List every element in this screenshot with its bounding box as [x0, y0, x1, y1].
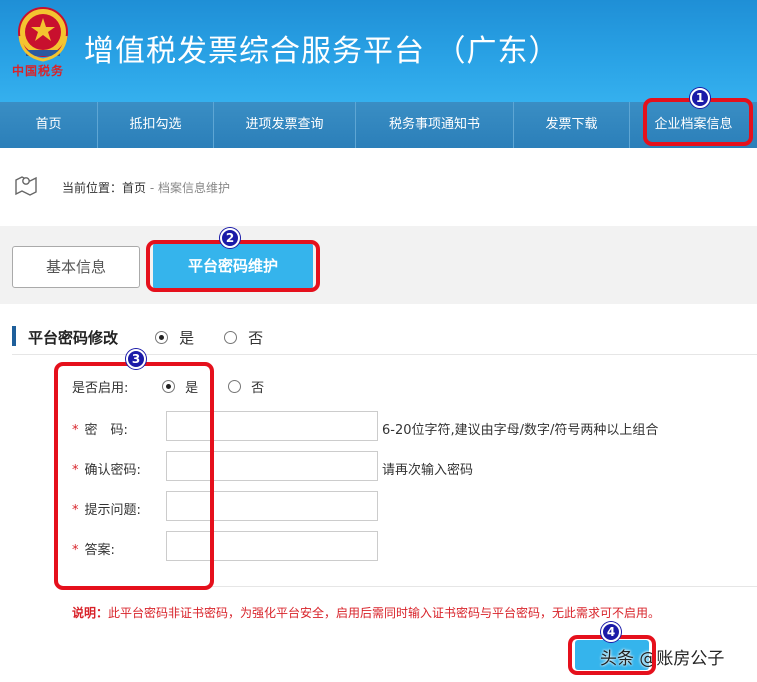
brand-text: 中国税务 [12, 64, 65, 78]
nav-item-deduction[interactable]: 抵扣勾选 [98, 102, 214, 148]
breadcrumb-separator: - [146, 181, 158, 195]
password-hint: 6-20位字符,建议由字母/数字/符号两种以上组合 [382, 423, 659, 438]
enable-option-no[interactable]: 否 [228, 377, 264, 396]
radio-no[interactable] [224, 331, 237, 344]
nav-item-tax-notice[interactable]: 税务事项通知书 [356, 102, 514, 148]
nav-item-input-invoice-query[interactable]: 进项发票查询 [214, 102, 356, 148]
section-option-yes[interactable]: 是 [155, 327, 194, 348]
site-header: 中国税务 增值税发票综合服务平台 （广东） [0, 0, 757, 102]
step-badge-2: 2 [220, 228, 240, 248]
section-password-change: 平台密码修改 是 否 [12, 322, 757, 355]
note-text: 说明：此平台密码非证书密码，为强化平台安全，启用后需同时输入证书密码与平台密码，… [72, 604, 660, 621]
section-option-no[interactable]: 否 [224, 327, 263, 348]
confirm-hint: 请再次输入密码 [382, 463, 474, 478]
section-title: 平台密码修改 [28, 329, 119, 347]
enable-radio-no[interactable] [228, 380, 241, 393]
location-map-icon [15, 176, 37, 196]
note-body: 此平台密码非证书密码，为强化平台安全，启用后需同时输入证书密码与平台密码，无此需… [108, 606, 661, 620]
highlight-password-tab [146, 240, 320, 292]
tab-basic-info[interactable]: 基本信息 [12, 246, 140, 288]
divider [12, 354, 757, 355]
breadcrumb-home-link[interactable]: 首页 [122, 181, 146, 195]
nav-item-invoice-download[interactable]: 发票下载 [514, 102, 630, 148]
site-title: 增值税发票综合服务平台 （广东） [84, 34, 560, 69]
step-badge-4: 4 [601, 622, 621, 642]
step-badge-1: 1 [690, 88, 710, 108]
nav-item-home[interactable]: 首页 [0, 102, 98, 148]
step-badge-3: 3 [126, 349, 146, 369]
highlight-form-area [54, 362, 214, 590]
tab-bar: 基本信息 平台密码维护 [0, 226, 757, 304]
breadcrumb-current: 档案信息维护 [158, 181, 231, 195]
tax-emblem-icon [18, 7, 68, 62]
breadcrumb-prefix: 当前位置： [62, 181, 123, 195]
radio-yes[interactable] [155, 331, 168, 344]
section-accent-bar [12, 326, 16, 346]
breadcrumb: 当前位置：首页 - 档案信息维护 [0, 168, 757, 204]
note-prefix: 说明： [72, 606, 109, 620]
